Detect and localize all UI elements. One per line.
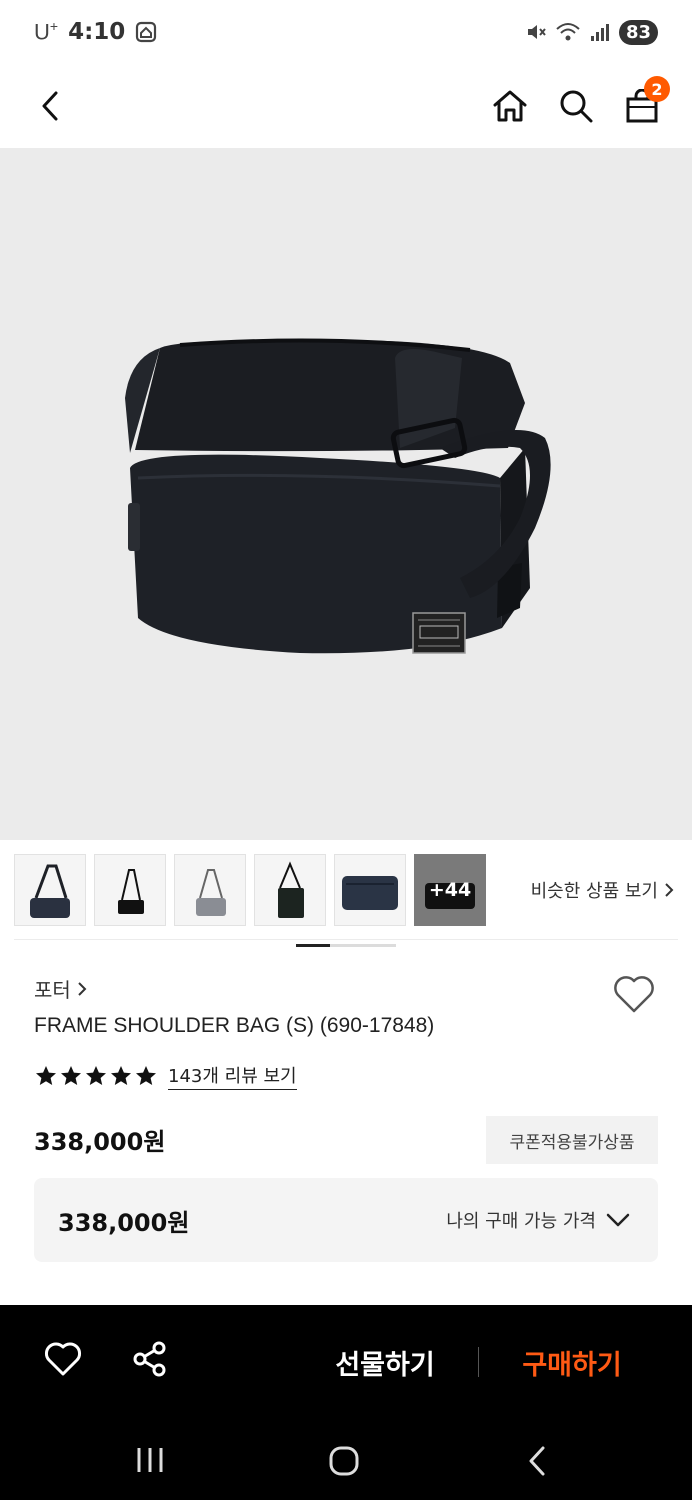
chevron-right-icon [78,981,87,996]
status-bar: U+ 4:10 83 [0,0,692,64]
system-nav-bar [0,1425,692,1500]
buy-button[interactable]: 구매하기 [486,1343,658,1382]
thumbnail-5[interactable] [334,854,406,926]
divider [14,939,678,940]
back-button[interactable] [30,86,70,126]
thumbnail-bag-image [30,864,70,918]
wishlist-bottom-button[interactable] [44,1341,82,1381]
product-image[interactable] [0,148,692,947]
home-button[interactable] [490,86,530,126]
star-icon [136,1066,156,1085]
heart-icon [614,976,654,1013]
star-icon [111,1066,131,1085]
cart-count-badge: 2 [644,76,670,102]
top-nav: 2 [0,64,692,148]
chevron-right-icon [665,883,674,897]
back-arrow-icon [529,1446,545,1476]
similar-products-label: 비슷한 상품 보기 [530,881,658,902]
thumbnail-3[interactable] [174,854,246,926]
rating-row: 143개 리뷰 보기 [34,1062,297,1090]
heart-icon [44,1342,82,1376]
shoulder-bag-image [125,338,551,654]
wishlist-button[interactable] [612,974,656,1018]
thumbnail-bag-image [342,876,398,910]
star-icon [86,1066,106,1085]
share-button[interactable] [132,1341,168,1381]
my-price-box[interactable]: 338,000원 나의 구매 가능 가격 [34,1178,658,1262]
thumbnail-bag-image [278,861,304,918]
thumbnail-more[interactable]: +44 [414,854,486,926]
image-pager [296,944,396,947]
cart-button[interactable]: 2 [622,76,670,126]
recent-apps-button[interactable] [136,1445,164,1479]
product-price: 338,000원 [34,1128,166,1156]
chevron-down-icon [606,1213,630,1227]
thumbnail-4[interactable] [254,854,326,926]
battery-indicator: 83 [618,19,658,45]
carrier-label: U+ [34,18,59,45]
search-icon [560,90,593,123]
thumbnail-1[interactable] [14,854,86,926]
mute-icon [527,25,546,39]
thumbnail-row: +44 비슷한 상품 보기 [14,854,678,926]
home-system-button[interactable] [328,1445,360,1481]
thumbnail-2[interactable] [94,854,166,926]
action-separator [478,1347,479,1377]
thumbnail-bag-image [196,869,226,916]
back-system-button[interactable] [526,1445,548,1481]
brand-link[interactable]: 포터 [34,974,87,1003]
more-images-count: +44 [428,879,472,901]
recent-apps-icon [137,1448,163,1472]
chevron-left-icon [42,91,58,121]
home-circle-icon [329,1446,359,1476]
star-rating [34,1064,158,1088]
similar-products-link[interactable]: 비슷한 상품 보기 [531,877,678,903]
reviews-link[interactable]: 143개 리뷰 보기 [168,1062,297,1090]
wifi-icon [556,23,580,41]
my-price-toggle[interactable]: 나의 구매 가능 가격 [446,1207,630,1233]
brand-name: 포터 [34,978,71,1002]
star-icon [36,1066,56,1085]
star-icon [61,1066,81,1085]
thumbnail-bag-image [118,869,144,914]
signal-icon [590,24,609,41]
share-icon [133,1341,166,1377]
my-price-label: 나의 구매 가능 가격 [446,1211,596,1232]
home-status-icon [136,21,157,43]
my-price-value: 338,000원 [58,1208,190,1237]
coupon-unavailable-badge: 쿠폰적용불가상품 [486,1116,658,1164]
product-title: FRAME SHOULDER BAG (S) (690-17848) [34,1014,435,1037]
status-time: 4:10 [68,18,126,45]
search-button[interactable] [556,86,596,126]
image-pager-active [296,944,330,947]
home-icon [493,90,527,122]
gift-button[interactable]: 선물하기 [300,1343,470,1382]
